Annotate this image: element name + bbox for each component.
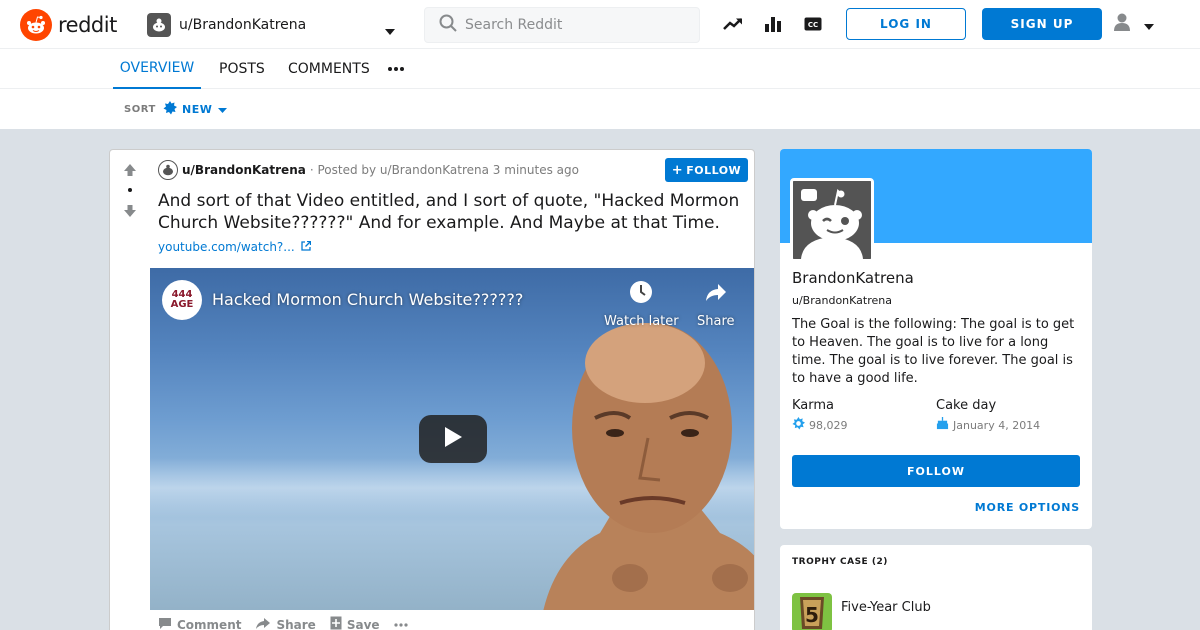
- profile-description: The Goal is the following: The goal is t…: [792, 317, 1075, 386]
- profile-avatar: [790, 178, 874, 262]
- cake-day-label: Cake day: [936, 398, 997, 413]
- plus-icon: +: [671, 162, 684, 178]
- post-title[interactable]: And sort of that Video entitled, and I s…: [158, 190, 743, 234]
- reddit-logo[interactable]: reddit: [20, 9, 117, 41]
- user-dropdown[interactable]: u/BrandonKatrena: [141, 9, 403, 41]
- more-tabs-icon[interactable]: [388, 49, 404, 89]
- logo-text: reddit: [58, 13, 117, 37]
- profile-display-name: BrandonKatrena: [792, 269, 914, 287]
- popular-icon[interactable]: [762, 13, 784, 35]
- user-avatar-icon: [147, 13, 171, 37]
- tab-comments[interactable]: COMMENTS: [288, 49, 370, 89]
- profile-username: u/BrandonKatrena: [792, 294, 892, 307]
- vote-score-dot: [128, 188, 132, 192]
- play-button[interactable]: [419, 415, 487, 463]
- more-options-button[interactable]: MORE OPTIONS: [975, 501, 1080, 514]
- post-follow-button[interactable]: + FOLLOW: [665, 158, 748, 182]
- karma-value-text: 98,029: [809, 418, 848, 432]
- video-embed[interactable]: 444 AGE Hacked Mormon Church Website????…: [150, 268, 754, 610]
- trophy-item[interactable]: 5 Five-Year Club: [792, 593, 931, 630]
- comment-button[interactable]: Comment: [158, 617, 241, 630]
- user-menu[interactable]: [1112, 12, 1162, 36]
- more-options-icon[interactable]: [393, 622, 408, 627]
- trophy-badge-number: 5: [805, 603, 819, 627]
- search-icon: [439, 14, 457, 36]
- top-header: reddit u/BrandonKatrena CC LOG IN SIGN U…: [0, 0, 1200, 49]
- new-sort-icon: [163, 101, 177, 118]
- sort-dropdown[interactable]: NEW: [163, 101, 228, 118]
- play-icon: [443, 426, 463, 452]
- post-author[interactable]: u/BrandonKatrena: [182, 163, 306, 177]
- upvote-icon[interactable]: [121, 161, 139, 179]
- post-meta: u/BrandonKatrena · Posted by u/BrandonKa…: [158, 160, 579, 180]
- video-title[interactable]: Hacked Mormon Church Website??????: [212, 290, 523, 309]
- trending-icon[interactable]: [722, 13, 744, 35]
- post-follow-label: FOLLOW: [686, 163, 742, 177]
- signup-button[interactable]: SIGN UP: [982, 8, 1102, 40]
- chevron-down-icon: [218, 103, 228, 116]
- trophy-case: TROPHY CASE (2) 5 Five-Year Club: [780, 545, 1092, 630]
- cake-icon: [936, 417, 949, 433]
- post-link-text: youtube.com/watch?...: [158, 240, 295, 254]
- chevron-down-icon: [1144, 15, 1154, 34]
- search-bar[interactable]: [424, 7, 700, 43]
- share-button[interactable]: Share: [255, 617, 316, 630]
- cake-day-value-text: January 4, 2014: [953, 418, 1041, 432]
- video-channel-badge[interactable]: 444 AGE: [162, 280, 202, 320]
- tab-posts[interactable]: POSTS: [219, 49, 265, 89]
- karma-icon: [792, 417, 805, 433]
- profile-tabs: OVERVIEW POSTS COMMENTS: [0, 49, 1200, 89]
- search-input[interactable]: [465, 17, 685, 33]
- video-share-button[interactable]: Share: [697, 280, 735, 329]
- snoo-avatar-icon: [793, 181, 871, 259]
- trophy-case-title: TROPHY CASE (2): [792, 557, 888, 567]
- karma-value: 98,029: [792, 417, 848, 433]
- post-card[interactable]: u/BrandonKatrena · Posted by u/BrandonKa…: [109, 149, 755, 630]
- trophy-name: Five-Year Club: [841, 599, 931, 615]
- profile-card: BrandonKatrena u/BrandonKatrena The Goal…: [780, 149, 1092, 529]
- share-icon: [255, 617, 271, 630]
- reddit-snoo-icon: [20, 9, 52, 41]
- share-label: Share: [276, 617, 316, 630]
- post-actions: Comment Share Save: [158, 616, 422, 630]
- save-label: Save: [346, 617, 380, 630]
- profile-follow-button[interactable]: FOLLOW: [792, 455, 1080, 487]
- login-button[interactable]: LOG IN: [846, 8, 966, 40]
- tab-overview[interactable]: OVERVIEW: [113, 49, 201, 89]
- sort-value: NEW: [182, 103, 213, 116]
- cake-day-value: January 4, 2014: [936, 417, 1040, 433]
- author-avatar-icon[interactable]: [158, 160, 178, 180]
- sort-label: SORT: [124, 104, 156, 115]
- clock-icon: [629, 280, 653, 308]
- watch-later-button[interactable]: Watch later: [604, 280, 679, 329]
- captions-icon[interactable]: CC: [802, 13, 824, 35]
- share-arrow-icon: [704, 280, 728, 308]
- downvote-icon[interactable]: [121, 202, 139, 220]
- video-thumbnail-person: [543, 323, 754, 610]
- comment-label: Comment: [177, 617, 242, 630]
- user-dropdown-label: u/BrandonKatrena: [179, 17, 307, 33]
- svg-text:CC: CC: [808, 21, 818, 29]
- five-year-club-icon: 5: [792, 593, 832, 630]
- comment-icon: [158, 617, 172, 630]
- video-share-label: Share: [697, 314, 735, 329]
- karma-label: Karma: [792, 398, 835, 413]
- watch-later-label: Watch later: [604, 314, 679, 329]
- posted-by-text: · Posted by u/BrandonKatrena 3 minutes a…: [309, 163, 579, 177]
- user-icon: [1112, 12, 1132, 36]
- save-icon: [330, 616, 342, 630]
- post-link[interactable]: youtube.com/watch?...: [158, 240, 311, 254]
- external-link-icon: [301, 240, 311, 254]
- chevron-down-icon: [385, 20, 395, 39]
- channel-badge-line2: AGE: [170, 299, 194, 310]
- save-button[interactable]: Save: [330, 616, 380, 630]
